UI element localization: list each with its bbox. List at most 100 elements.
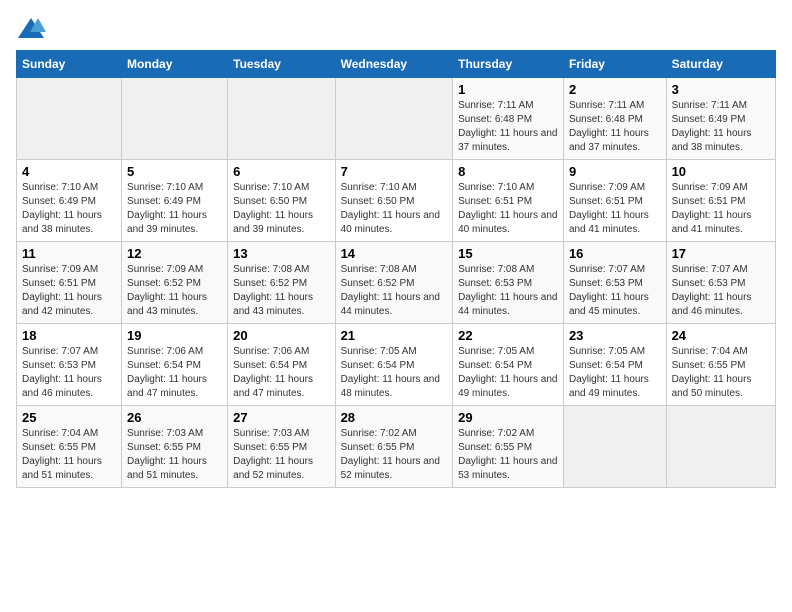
day-info: Sunrise: 7:08 AMSunset: 6:52 PMDaylight:… — [233, 263, 329, 319]
calendar-cell: 11 Sunrise: 7:09 AMSunset: 6:51 PMDayligh… — [17, 242, 122, 324]
calendar-cell: 10 Sunrise: 7:09 AMSunset: 6:51 PMDayligh… — [666, 160, 775, 242]
calendar-cell — [335, 78, 453, 160]
calendar-cell: 27 Sunrise: 7:03 AMSunset: 6:55 PMDayligh… — [228, 406, 335, 488]
day-info: Sunrise: 7:07 AMSunset: 6:53 PMDaylight:… — [672, 263, 770, 319]
day-number: 22 — [458, 328, 558, 343]
day-header-thursday: Thursday — [453, 51, 564, 78]
day-info: Sunrise: 7:05 AMSunset: 6:54 PMDaylight:… — [569, 345, 661, 401]
day-number: 21 — [341, 328, 448, 343]
calendar-cell: 24 Sunrise: 7:04 AMSunset: 6:55 PMDayligh… — [666, 324, 775, 406]
calendar-cell: 13 Sunrise: 7:08 AMSunset: 6:52 PMDayligh… — [228, 242, 335, 324]
day-number: 11 — [22, 246, 116, 261]
calendar-cell: 12 Sunrise: 7:09 AMSunset: 6:52 PMDayligh… — [122, 242, 228, 324]
day-number: 26 — [127, 410, 222, 425]
day-header-tuesday: Tuesday — [228, 51, 335, 78]
calendar-header-row: SundayMondayTuesdayWednesdayThursdayFrid… — [17, 51, 776, 78]
day-header-sunday: Sunday — [17, 51, 122, 78]
calendar-cell: 21 Sunrise: 7:05 AMSunset: 6:54 PMDayligh… — [335, 324, 453, 406]
calendar-cell — [122, 78, 228, 160]
day-number: 20 — [233, 328, 329, 343]
calendar-cell: 3 Sunrise: 7:11 AMSunset: 6:49 PMDaylight… — [666, 78, 775, 160]
day-info: Sunrise: 7:05 AMSunset: 6:54 PMDaylight:… — [458, 345, 558, 401]
day-number: 27 — [233, 410, 329, 425]
day-number: 29 — [458, 410, 558, 425]
calendar-cell: 22 Sunrise: 7:05 AMSunset: 6:54 PMDayligh… — [453, 324, 564, 406]
calendar-cell: 7Sunrise: 7:10 AMSunset: 6:50 PMDaylight… — [335, 160, 453, 242]
calendar-cell: 16 Sunrise: 7:07 AMSunset: 6:53 PMDayligh… — [563, 242, 666, 324]
calendar-cell: 19 Sunrise: 7:06 AMSunset: 6:54 PMDayligh… — [122, 324, 228, 406]
day-info: Sunrise: 7:02 AMSunset: 6:55 PMDaylight:… — [341, 427, 448, 483]
day-number: 5 — [127, 164, 222, 179]
day-info: Sunrise: 7:10 AMSunset: 6:49 PMDaylight:… — [127, 181, 222, 237]
day-info: Sunrise: 7:05 AMSunset: 6:54 PMDaylight:… — [341, 345, 448, 401]
day-number: 7 — [341, 164, 448, 179]
calendar-cell: 18 Sunrise: 7:07 AMSunset: 6:53 PMDayligh… — [17, 324, 122, 406]
calendar-week-1: 1Sunrise: 7:11 AMSunset: 6:48 PMDaylight… — [17, 78, 776, 160]
day-info: Sunrise: 7:06 AMSunset: 6:54 PMDaylight:… — [127, 345, 222, 401]
calendar-week-2: 4 Sunrise: 7:10 AMSunset: 6:49 PMDaylight… — [17, 160, 776, 242]
day-info: Sunrise: 7:09 AMSunset: 6:51 PMDaylight:… — [672, 181, 770, 237]
calendar-cell: 26 Sunrise: 7:03 AMSunset: 6:55 PMDayligh… — [122, 406, 228, 488]
calendar-cell: 17 Sunrise: 7:07 AMSunset: 6:53 PMDayligh… — [666, 242, 775, 324]
day-info: Sunrise: 7:02 AMSunset: 6:55 PMDaylight:… — [458, 427, 558, 483]
day-info: Sunrise: 7:09 AMSunset: 6:51 PMDaylight:… — [22, 263, 116, 319]
day-info: Sunrise: 7:11 AMSunset: 6:48 PMDaylight:… — [458, 99, 558, 155]
day-number: 8 — [458, 164, 558, 179]
calendar-cell: 5 Sunrise: 7:10 AMSunset: 6:49 PMDaylight… — [122, 160, 228, 242]
calendar-table: SundayMondayTuesdayWednesdayThursdayFrid… — [16, 50, 776, 488]
day-info: Sunrise: 7:08 AMSunset: 6:52 PMDaylight:… — [341, 263, 448, 319]
day-info: Sunrise: 7:06 AMSunset: 6:54 PMDaylight:… — [233, 345, 329, 401]
day-info: Sunrise: 7:10 AMSunset: 6:49 PMDaylight:… — [22, 181, 116, 237]
day-header-friday: Friday — [563, 51, 666, 78]
calendar-cell: 28 Sunrise: 7:02 AMSunset: 6:55 PMDayligh… — [335, 406, 453, 488]
day-number: 28 — [341, 410, 448, 425]
day-header-wednesday: Wednesday — [335, 51, 453, 78]
day-number: 23 — [569, 328, 661, 343]
day-number: 13 — [233, 246, 329, 261]
day-info: Sunrise: 7:11 AMSunset: 6:48 PMDaylight:… — [569, 99, 661, 155]
day-info: Sunrise: 7:07 AMSunset: 6:53 PMDaylight:… — [569, 263, 661, 319]
day-info: Sunrise: 7:09 AMSunset: 6:51 PMDaylight:… — [569, 181, 661, 237]
calendar-cell — [563, 406, 666, 488]
day-number: 17 — [672, 246, 770, 261]
day-number: 6 — [233, 164, 329, 179]
calendar-cell: 25 Sunrise: 7:04 AMSunset: 6:55 PMDayligh… — [17, 406, 122, 488]
day-number: 14 — [341, 246, 448, 261]
day-info: Sunrise: 7:03 AMSunset: 6:55 PMDaylight:… — [233, 427, 329, 483]
calendar-week-5: 25 Sunrise: 7:04 AMSunset: 6:55 PMDayligh… — [17, 406, 776, 488]
calendar-cell — [666, 406, 775, 488]
day-number: 9 — [569, 164, 661, 179]
day-info: Sunrise: 7:07 AMSunset: 6:53 PMDaylight:… — [22, 345, 116, 401]
calendar-cell: 4 Sunrise: 7:10 AMSunset: 6:49 PMDaylight… — [17, 160, 122, 242]
day-number: 3 — [672, 82, 770, 97]
logo — [16, 16, 48, 38]
calendar-week-4: 18 Sunrise: 7:07 AMSunset: 6:53 PMDayligh… — [17, 324, 776, 406]
day-number: 15 — [458, 246, 558, 261]
day-number: 24 — [672, 328, 770, 343]
calendar-cell: 2 Sunrise: 7:11 AMSunset: 6:48 PMDaylight… — [563, 78, 666, 160]
day-number: 10 — [672, 164, 770, 179]
day-number: 4 — [22, 164, 116, 179]
calendar-cell — [17, 78, 122, 160]
calendar-cell — [228, 78, 335, 160]
calendar-cell: 15 Sunrise: 7:08 AMSunset: 6:53 PMDayligh… — [453, 242, 564, 324]
day-number: 2 — [569, 82, 661, 97]
day-info: Sunrise: 7:03 AMSunset: 6:55 PMDaylight:… — [127, 427, 222, 483]
day-info: Sunrise: 7:09 AMSunset: 6:52 PMDaylight:… — [127, 263, 222, 319]
day-info: Sunrise: 7:11 AMSunset: 6:49 PMDaylight:… — [672, 99, 770, 155]
day-info: Sunrise: 7:04 AMSunset: 6:55 PMDaylight:… — [672, 345, 770, 401]
calendar-cell: 14 Sunrise: 7:08 AMSunset: 6:52 PMDayligh… — [335, 242, 453, 324]
day-number: 19 — [127, 328, 222, 343]
day-info: Sunrise: 7:04 AMSunset: 6:55 PMDaylight:… — [22, 427, 116, 483]
calendar-cell: 29 Sunrise: 7:02 AMSunset: 6:55 PMDayligh… — [453, 406, 564, 488]
calendar-cell: 23 Sunrise: 7:05 AMSunset: 6:54 PMDayligh… — [563, 324, 666, 406]
day-number: 25 — [22, 410, 116, 425]
day-number: 16 — [569, 246, 661, 261]
day-info: Sunrise: 7:08 AMSunset: 6:53 PMDaylight:… — [458, 263, 558, 319]
logo-icon — [16, 16, 44, 38]
day-number: 12 — [127, 246, 222, 261]
day-info: Sunrise: 7:10 AMSunset: 6:50 PMDaylight:… — [233, 181, 329, 237]
day-number: 18 — [22, 328, 116, 343]
page-header — [16, 16, 776, 38]
calendar-cell: 9 Sunrise: 7:09 AMSunset: 6:51 PMDaylight… — [563, 160, 666, 242]
